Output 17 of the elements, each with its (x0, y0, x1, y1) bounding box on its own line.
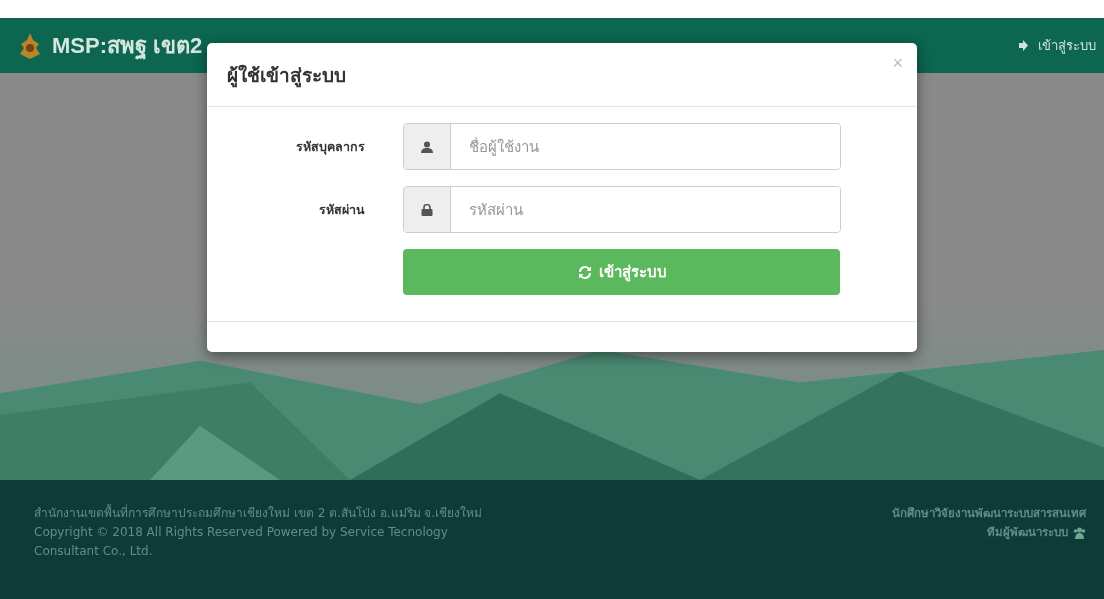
field-label: รหัสผ่าน (318, 200, 365, 219)
field-label: รหัสบุคลากร (295, 137, 365, 157)
footer-text: Copyright © 2018 All Rights Reserved Powered by Service Tecnology Consultant Co., Ltd. (34, 524, 449, 560)
refresh-icon (576, 264, 593, 280)
login-link[interactable]: เข้าสู่ระบบ (1018, 35, 1096, 56)
users-icon (1073, 526, 1086, 539)
emblem-icon (18, 31, 42, 60)
lock-icon (421, 203, 433, 216)
user-icon (421, 140, 433, 153)
footer-text: ทีมผู้พัฒนาระบบ (987, 524, 1068, 542)
sign-in-icon (1018, 40, 1030, 51)
footer-text: นักศึกษาวิจัยงานพัฒนาระบบสารสนเทศ (892, 505, 1086, 522)
brand-title[interactable]: MSP:สพฐ เขต2 (52, 28, 203, 63)
input-field[interactable]: รหัสผ่าน (403, 186, 841, 233)
dialog-title: ผู้ใช้เข้าสู่ระบบ (227, 62, 346, 90)
footer-text: สำนักงานเขตพื้นที่การศึกษาประถมศึกษาเชียงใหม่ เขต 2 ต.สันโป่ง อ.แม่ริม จ.เชียงใหม่ (34, 504, 484, 522)
input-field[interactable]: ชื่อผู้ใช้งาน (403, 123, 841, 170)
